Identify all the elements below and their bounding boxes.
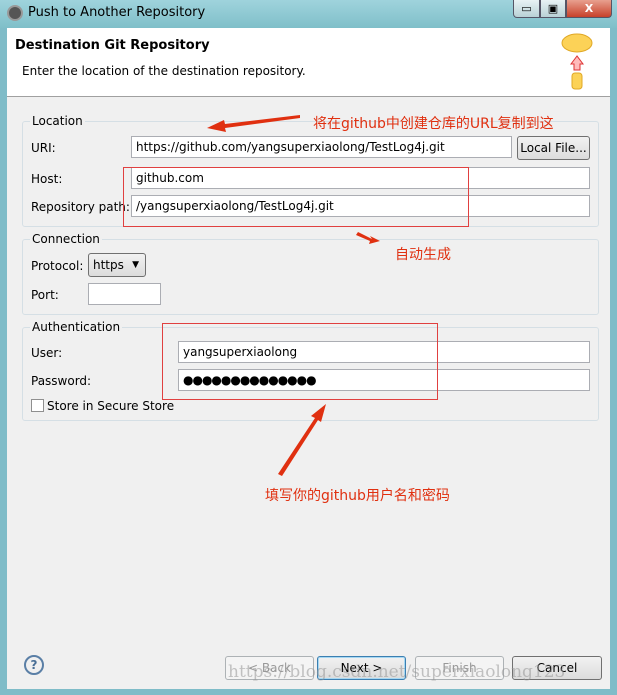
help-icon[interactable]: ? (24, 655, 44, 675)
arrow-icon (356, 232, 380, 244)
annotation-arrows (207, 115, 380, 476)
watermark: https://blog.csdn.net/superxiaolong123 (228, 662, 566, 682)
arrow-icon (278, 404, 326, 476)
arrow-icon (207, 115, 300, 132)
